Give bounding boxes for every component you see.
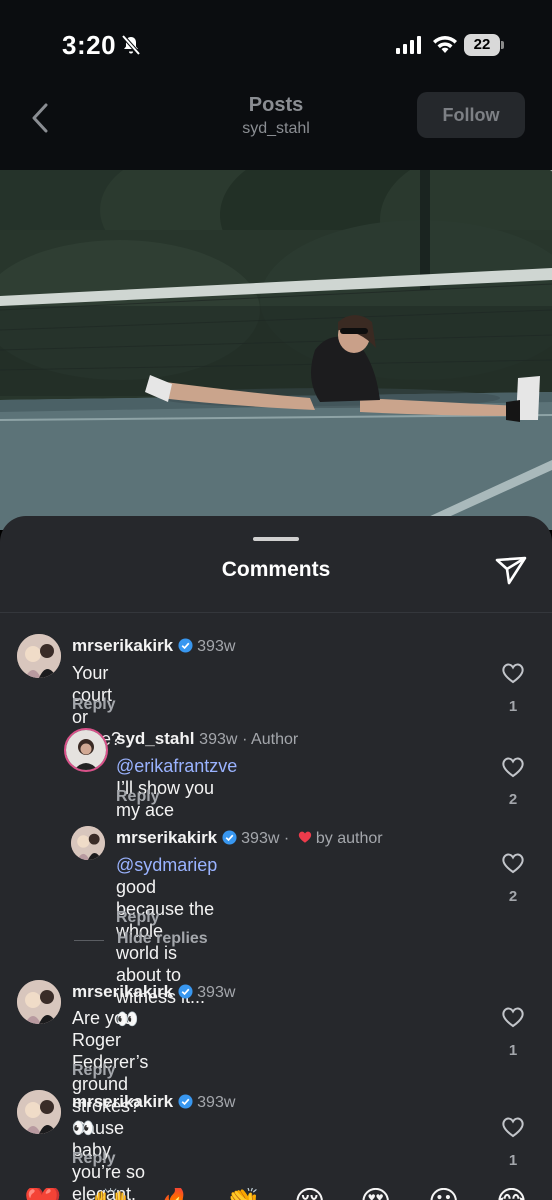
comment-username[interactable]: syd_stahl: [116, 729, 194, 748]
like-count: 1: [508, 698, 518, 715]
like-count: 2: [508, 888, 518, 905]
reaction-emoji[interactable]: ❤️: [24, 1188, 61, 1200]
author-liked-heart-icon: [298, 831, 312, 843]
avatar[interactable]: [17, 1090, 61, 1134]
verified-badge-icon: [222, 830, 237, 845]
mention-link[interactable]: @sydmariep: [116, 855, 217, 875]
share-send-icon[interactable]: [494, 554, 528, 586]
hide-replies-divider: [74, 940, 104, 941]
comment-username[interactable]: mrserikakirk: [72, 982, 173, 1001]
cellular-signal-icon: [396, 36, 421, 54]
like-heart-icon[interactable]: [501, 1006, 525, 1028]
comment-username[interactable]: mrserikakirk: [116, 828, 217, 847]
wifi-icon: [433, 36, 457, 53]
reply-button[interactable]: Reply: [116, 788, 160, 806]
like-count: 2: [508, 791, 518, 808]
comments-title: Comments: [221, 558, 331, 581]
sheet-divider: [0, 612, 552, 613]
sheet-drag-handle[interactable]: [253, 537, 299, 541]
like-heart-icon[interactable]: [501, 756, 525, 778]
comment-username[interactable]: mrserikakirk: [72, 636, 173, 655]
avatar[interactable]: [64, 728, 108, 772]
reaction-emoji[interactable]: 😢: [294, 1188, 325, 1200]
avatar[interactable]: [17, 634, 61, 678]
verified-badge-icon: [178, 638, 193, 653]
comment-text: 👀: [72, 1118, 95, 1138]
battery-level: 22: [464, 34, 500, 56]
liked-by-author: by author: [315, 830, 383, 847]
battery-icon: 22: [464, 34, 504, 56]
like-count: 1: [508, 1042, 518, 1059]
reply-button[interactable]: Reply: [72, 1062, 116, 1080]
like-heart-icon[interactable]: [501, 1116, 525, 1138]
reaction-emoji[interactable]: 🙌: [92, 1188, 129, 1200]
reply-button[interactable]: Reply: [116, 909, 160, 927]
reaction-emoji[interactable]: 😂: [494, 1188, 529, 1200]
quick-reaction-bar: ❤️ 🙌 🔥 👏 😢 😍 😮 😂: [0, 1188, 552, 1200]
avatar[interactable]: [17, 980, 61, 1024]
avatar[interactable]: [71, 826, 105, 860]
like-heart-icon[interactable]: [501, 852, 525, 874]
reaction-emoji[interactable]: 😍: [360, 1188, 391, 1200]
reaction-emoji[interactable]: 🔥: [158, 1188, 195, 1200]
like-count: 1: [508, 1152, 518, 1169]
mention-link[interactable]: @erikafrantzve: [116, 756, 237, 776]
like-heart-icon[interactable]: [501, 662, 525, 684]
comment-age: 393w: [197, 1094, 236, 1111]
hide-replies-button[interactable]: Hide replies: [117, 930, 208, 948]
comment-username[interactable]: mrserikakirk: [72, 1092, 173, 1111]
author-tag: · Author: [242, 731, 299, 748]
status-time: 3:20: [62, 30, 117, 60]
reaction-emoji[interactable]: 👏: [224, 1188, 261, 1200]
reply-button[interactable]: Reply: [72, 696, 116, 714]
comment-age: 393w ·: [241, 830, 290, 847]
reply-button[interactable]: Reply: [72, 1150, 116, 1168]
verified-badge-icon: [178, 1094, 193, 1109]
silent-bell-icon: [121, 34, 141, 56]
verified-badge-icon: [178, 984, 193, 999]
top-bar: 3:20 22 Posts syd_stahl Follow: [0, 0, 552, 170]
status-bar: 3:20 22: [0, 0, 552, 90]
post-photo[interactable]: [0, 170, 552, 530]
comments-sheet: Comments mrserikakirk 393w Your court or …: [0, 516, 552, 1200]
follow-button[interactable]: Follow: [417, 92, 525, 138]
comment-age: 393w: [197, 638, 236, 655]
comment-age: 393w: [197, 984, 236, 1001]
nav-bar: Posts syd_stahl Follow: [0, 88, 552, 158]
tennis-court-illustration: [0, 170, 552, 530]
reaction-emoji[interactable]: 😮: [428, 1188, 459, 1200]
comment-age: 393w: [199, 731, 238, 748]
